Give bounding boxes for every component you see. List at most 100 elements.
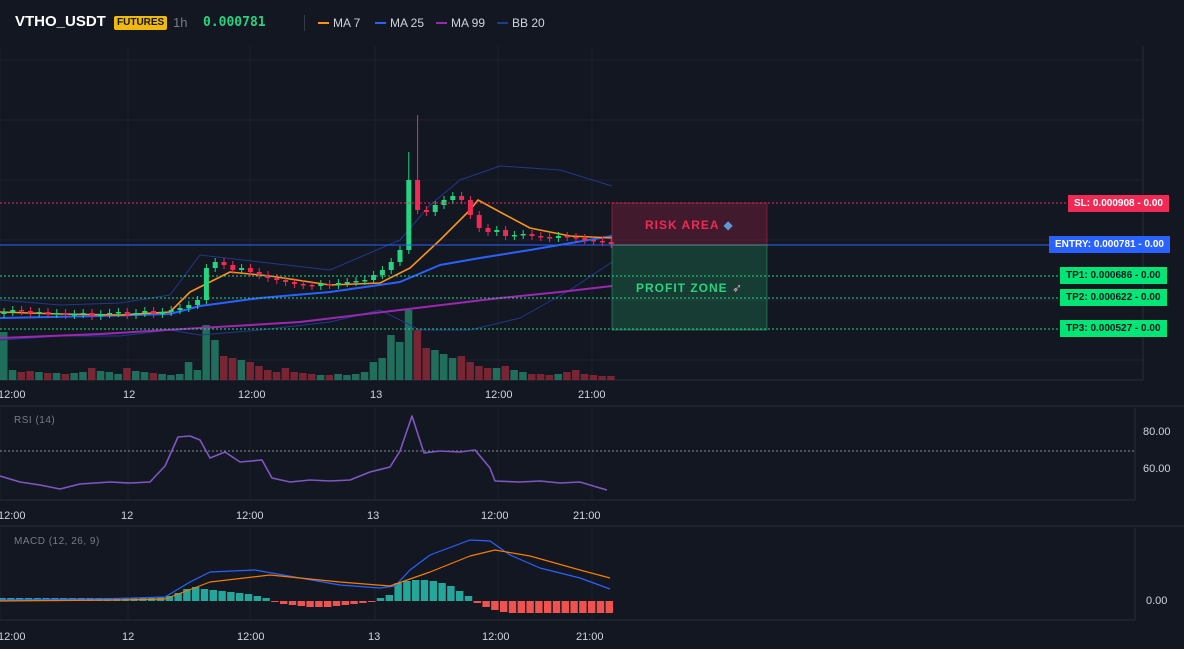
volume-bar	[158, 374, 166, 380]
volume-bar	[563, 372, 571, 380]
candle-body	[107, 313, 113, 315]
volume-bar	[105, 372, 114, 380]
volume-bar	[299, 373, 307, 380]
volume-bar	[96, 371, 105, 380]
tp2-level-tag[interactable]: TP2: 0.000622 - 0.00	[1060, 289, 1167, 306]
volume-bar	[378, 358, 386, 380]
macd-histogram-bar	[262, 598, 270, 601]
volume-bar	[528, 374, 536, 380]
price-chart-canvas[interactable]	[0, 0, 1184, 649]
volume-bar	[246, 362, 254, 380]
volume-bar	[352, 374, 360, 380]
volume-bar	[448, 358, 457, 380]
candle-body	[309, 285, 315, 287]
rsi-title: RSI (14)	[14, 415, 56, 426]
candle-body	[168, 310, 174, 312]
rocket-icon: ➶	[732, 281, 744, 295]
volume-bar	[114, 374, 122, 380]
candle-body	[397, 250, 403, 262]
candle-body	[80, 313, 86, 315]
bb-lower	[0, 261, 613, 341]
candle-body	[432, 205, 438, 212]
candle-body	[415, 180, 421, 210]
volume-bar	[35, 372, 43, 380]
time-label: 12	[121, 510, 134, 522]
volume-bar	[264, 370, 272, 380]
candle-body	[45, 312, 51, 314]
tp1-level-tag[interactable]: TP1: 0.000686 - 0.00	[1060, 267, 1167, 284]
candle-body	[520, 234, 526, 236]
profit-zone-label: PROFIT ZONE ➶	[636, 281, 743, 295]
rsi-axis-label: 60.00	[1143, 463, 1171, 475]
volume-bar	[484, 368, 492, 380]
macd-histogram-bar	[544, 601, 552, 613]
sl-level-tag[interactable]: SL: 0.000908 - 0.00	[1068, 195, 1169, 212]
entry-level-tag[interactable]: ENTRY: 0.000781 - 0.00	[1049, 236, 1170, 253]
volume-bar	[308, 374, 316, 380]
macd-histogram-bar	[420, 580, 429, 601]
volume-bar	[580, 374, 589, 380]
candle-body	[159, 312, 165, 314]
volume-bar	[589, 375, 598, 380]
time-label: 12	[123, 389, 136, 401]
candle-body	[115, 312, 121, 314]
macd-histogram-bar	[341, 601, 349, 605]
macd-histogram-bar	[297, 601, 305, 606]
volume-bar	[360, 372, 369, 380]
macd-histogram-bar	[570, 601, 578, 613]
volume-bar	[325, 375, 334, 380]
macd-histogram-bar	[244, 594, 253, 601]
macd-histogram-bar	[306, 601, 314, 607]
candle-body	[511, 235, 517, 237]
candle-body	[327, 284, 333, 286]
macd-histogram-bar	[385, 595, 393, 601]
candle-body	[573, 237, 579, 239]
rsi-axis-label: 80.00	[1143, 426, 1171, 438]
macd-histogram-bar	[596, 601, 605, 613]
volume-bar	[17, 372, 26, 380]
candle-body	[54, 313, 60, 315]
candle-body	[27, 311, 33, 313]
time-label: 13	[370, 389, 383, 401]
volume-bar	[290, 372, 298, 380]
volume-bar	[545, 375, 554, 380]
candle-body	[362, 280, 368, 282]
macd-histogram-bar	[588, 601, 596, 613]
volume-bar	[44, 373, 52, 380]
volume-bar	[422, 348, 430, 380]
time-label: 13	[367, 510, 380, 522]
signal-line	[0, 549, 611, 602]
volume-bar	[184, 362, 193, 380]
candle-body	[503, 230, 509, 236]
candle-body	[98, 314, 104, 316]
time-label: 12:00	[237, 631, 265, 643]
time-label: 12:00	[238, 389, 266, 401]
volume-bar	[272, 372, 281, 380]
macd-histogram-bar	[253, 596, 261, 601]
time-label: 21:00	[578, 389, 606, 401]
candle-body	[344, 282, 350, 284]
volume-bar	[8, 370, 17, 380]
candle-body	[423, 210, 429, 212]
candle-body	[89, 313, 95, 316]
volume-bar	[149, 373, 158, 380]
candle-body	[406, 180, 412, 250]
time-label: 12:00	[482, 631, 510, 643]
macd-histogram-bar	[209, 590, 217, 601]
volume-bar	[140, 372, 149, 380]
time-label: 21:00	[573, 510, 601, 522]
volume-bar	[572, 370, 580, 380]
candle-body	[203, 268, 209, 300]
macd-histogram-bar	[438, 583, 446, 601]
volume-bar	[554, 374, 562, 380]
candle-body	[529, 234, 535, 236]
volume-bar	[79, 372, 87, 380]
macd-pane	[0, 539, 613, 613]
macd-histogram-bar	[280, 601, 288, 604]
volume-bar	[123, 368, 131, 380]
volume-bar	[70, 373, 78, 380]
volume-bar	[202, 325, 210, 380]
tp3-level-tag[interactable]: TP3: 0.000527 - 0.00	[1060, 320, 1167, 337]
shield-icon: ◆	[723, 218, 734, 232]
candle-body	[485, 228, 491, 232]
